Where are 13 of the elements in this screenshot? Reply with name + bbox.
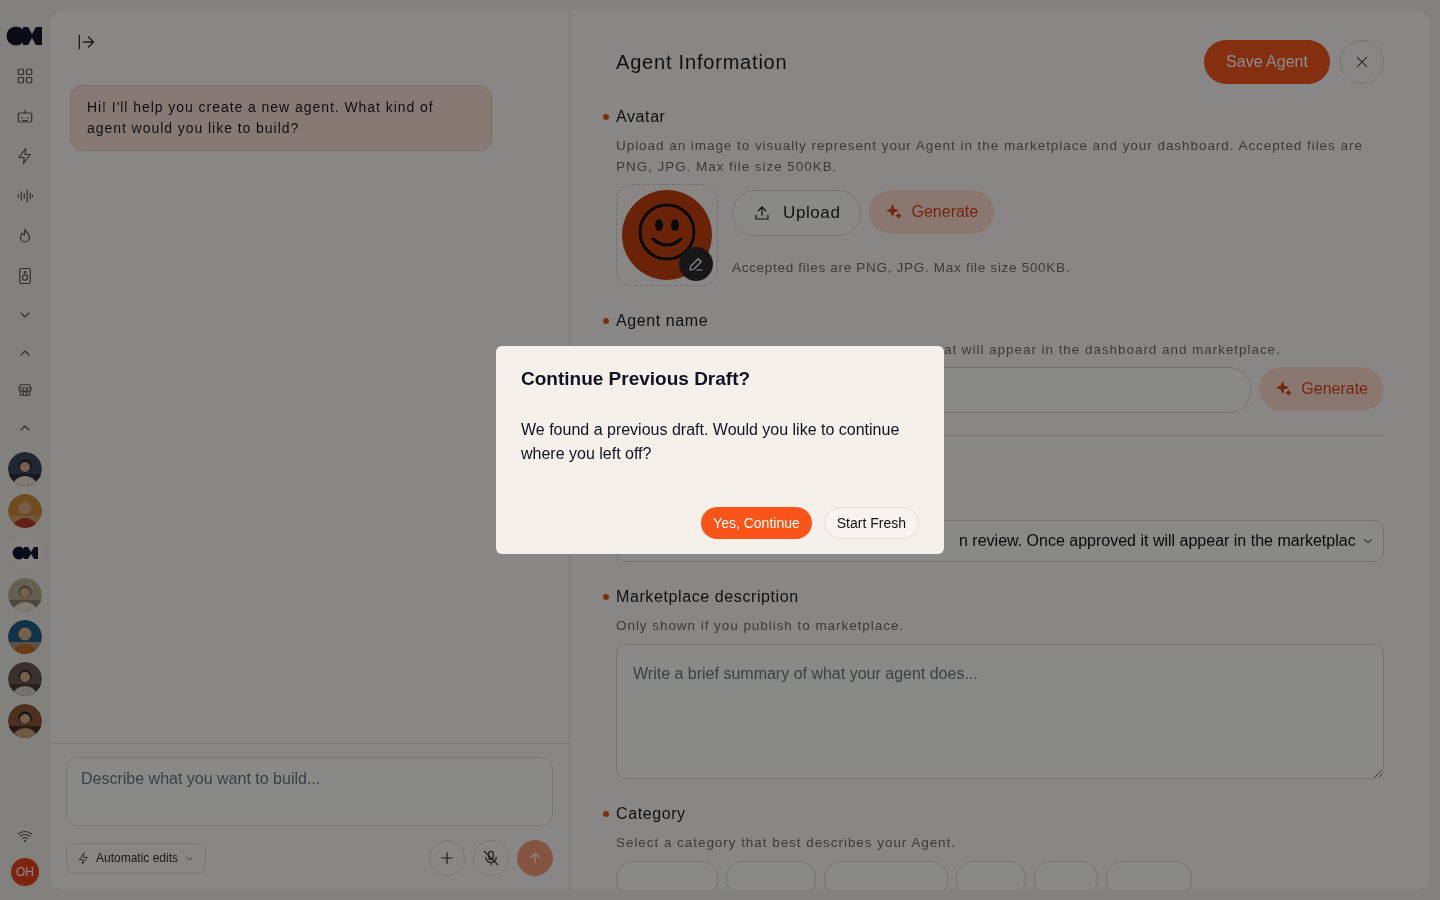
field-description: Only shown if you publish to marketplace. (616, 617, 906, 635)
field-description: Upload an image to visually represent your Agent in the marketplace and your dashboard. Accepted files are PNG, JPG. Max file size 500KB. (616, 137, 1364, 176)
section-title: Agent Information (616, 50, 789, 74)
dialog-message: We found a previous draft. Would you like to continue where you left off? (521, 420, 901, 464)
field-label: Category (616, 805, 686, 823)
field-label: Marketplace description (616, 588, 799, 606)
field-description: Select a category that best describes your Agent. (616, 834, 957, 852)
field-label: Agent name (616, 312, 709, 330)
dialog-title: Continue Previous Draft? (521, 368, 752, 390)
field-hint: Accepted files are PNG, JPG. Max file size 500KB. (732, 260, 1071, 275)
field-label: Avatar (616, 108, 666, 126)
chat-message: Hi! I'll help you create a new agent. What kind of agent would you like to build? (70, 85, 492, 151)
field-description: at will appear in the dashboard and marketplace. (943, 341, 1282, 359)
